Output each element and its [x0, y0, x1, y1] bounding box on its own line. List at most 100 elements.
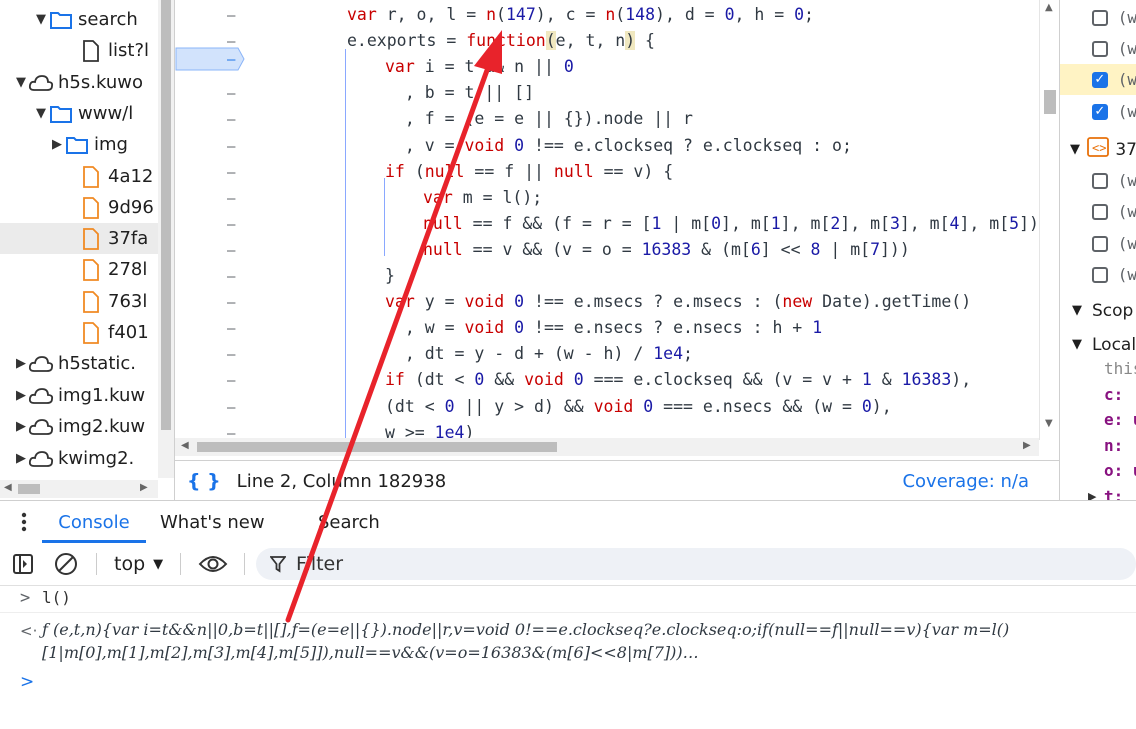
tree-item[interactable]: list?l: [0, 35, 158, 66]
breakpoint-marker[interactable]: –: [175, 47, 245, 71]
code-line[interactable]: var m = l();: [423, 188, 542, 207]
line-number-dash[interactable]: –: [227, 8, 235, 24]
tab-console[interactable]: Console: [42, 501, 146, 543]
editor-hscroll-thumb[interactable]: [197, 442, 557, 452]
code-line[interactable]: }: [385, 266, 395, 285]
pretty-print-icon[interactable]: { }: [187, 470, 221, 492]
tree-item[interactable]: ▶ img2.kuw: [0, 411, 158, 442]
breakpoint-item[interactable]: ✓ (w: [1060, 96, 1136, 127]
code-line[interactable]: null == v && (v = o = 16383 & (m[6] << 8…: [423, 240, 910, 259]
expand-arrow-icon[interactable]: ▼: [14, 75, 28, 90]
code-line[interactable]: if (null == f || null == v) {: [385, 162, 673, 181]
scroll-down-icon[interactable]: ▼: [1045, 418, 1053, 429]
breakpoint-checkbox[interactable]: ✓: [1092, 71, 1108, 88]
tree-horizontal-scrollbar[interactable]: ◀ ▶: [0, 480, 158, 498]
breakpoint-checkbox[interactable]: [1092, 172, 1108, 189]
line-number-dash[interactable]: –: [227, 112, 235, 128]
scope-variable[interactable]: c: ': [1060, 382, 1136, 406]
line-number-dash[interactable]: –: [227, 139, 235, 155]
line-number-dash[interactable]: –: [227, 373, 235, 389]
code-line[interactable]: , dt = y - d + (w - h) / 1e4;: [385, 344, 693, 363]
line-number-dash[interactable]: –: [227, 269, 235, 285]
scope-section-header[interactable]: ▼ Scop: [1060, 295, 1136, 326]
breakpoint-checkbox[interactable]: ✓: [1092, 103, 1108, 120]
breakpoint-checkbox[interactable]: [1092, 9, 1108, 26]
collapse-arrow-icon[interactable]: ▶: [14, 356, 28, 371]
code-line[interactable]: var r, o, l = n(147), c = n(148), d = 0,…: [347, 5, 814, 24]
context-selector[interactable]: top ▼: [114, 543, 163, 585]
tree-scroll-thumb[interactable]: [161, 0, 171, 430]
line-number-dash[interactable]: –: [227, 321, 235, 337]
tree-item[interactable]: ▶ img: [0, 129, 158, 160]
code-line[interactable]: if (dt < 0 && void 0 === e.clockseq && (…: [385, 370, 971, 389]
tree-item[interactable]: ▶ h5static.: [0, 348, 158, 379]
scroll-left-icon[interactable]: ◀: [4, 482, 12, 493]
line-number-dash[interactable]: –: [227, 86, 235, 102]
scope-variable[interactable]: n: ': [1060, 433, 1136, 457]
tree-item[interactable]: ▶ img1.kuw: [0, 380, 158, 411]
coverage-link[interactable]: Coverage: n/a: [902, 471, 1029, 492]
live-expression-eye-icon[interactable]: [198, 543, 228, 585]
scope-variable[interactable]: this: [1060, 356, 1136, 380]
tab-search[interactable]: Search: [318, 501, 380, 543]
line-number-dash[interactable]: –: [227, 400, 235, 416]
code-line[interactable]: , b = t || []: [385, 83, 534, 102]
code-line[interactable]: e.exports = function(e, t, n) {: [347, 31, 655, 51]
breakpoint-checkbox[interactable]: [1092, 235, 1108, 252]
clear-console-icon[interactable]: [54, 543, 78, 585]
code-line[interactable]: , f = (e = e || {}).node || r: [385, 109, 693, 128]
line-number-dash[interactable]: –: [227, 243, 235, 259]
tree-item[interactable]: 4a12: [0, 161, 158, 192]
breakpoint-file-group[interactable]: ▼ <> 37: [1060, 134, 1136, 165]
scope-variable[interactable]: ▶ t:: [1060, 484, 1136, 501]
collapse-arrow-icon[interactable]: ▶: [50, 137, 64, 152]
collapse-arrow-icon[interactable]: ▶: [14, 419, 28, 434]
scope-variable[interactable]: o: u: [1060, 458, 1136, 482]
tree-item[interactable]: ▼ www/l: [0, 98, 158, 129]
breakpoint-item[interactable]: (w: [1060, 2, 1136, 33]
expand-arrow-icon[interactable]: ▼: [1070, 142, 1081, 157]
code-line[interactable]: (dt < 0 || y > d) && void 0 === e.nsecs …: [385, 397, 892, 416]
breakpoint-item[interactable]: (w: [1060, 259, 1136, 290]
tree-item[interactable]: ▶ kwimg2.: [0, 443, 158, 474]
scroll-up-icon[interactable]: ▲: [1045, 2, 1053, 13]
code-line[interactable]: var i = t && n || 0: [385, 57, 574, 76]
code-line[interactable]: null == f && (f = r = [1 | m[0], m[1], m…: [423, 214, 1049, 233]
tree-item[interactable]: 278l: [0, 254, 158, 285]
tree-item[interactable]: f401: [0, 317, 158, 348]
tree-item[interactable]: ▼ h5s.kuwo: [0, 67, 158, 98]
tree-hscroll-thumb[interactable]: [18, 484, 40, 494]
breakpoint-item[interactable]: (w: [1060, 165, 1136, 196]
sidebar-toggle-icon[interactable]: [12, 543, 34, 585]
line-number-dash[interactable]: –: [227, 165, 235, 181]
tree-item[interactable]: 37fa: [0, 223, 158, 254]
expand-arrow-icon[interactable]: ▼: [1072, 303, 1092, 318]
tree-vertical-scrollbar[interactable]: [158, 0, 174, 478]
line-number-dash[interactable]: –: [227, 191, 235, 207]
breakpoint-checkbox[interactable]: [1092, 40, 1108, 57]
collapse-arrow-icon[interactable]: ▶: [14, 388, 28, 403]
scroll-right-icon[interactable]: ▶: [140, 482, 148, 493]
console-prompt-row[interactable]: >: [0, 672, 1136, 694]
line-number-dash[interactable]: –: [227, 295, 235, 311]
expand-arrow-icon[interactable]: ▼: [34, 106, 48, 121]
expand-arrow-icon[interactable]: ▶: [1088, 490, 1096, 501]
tab-whats-new[interactable]: What's new: [160, 501, 265, 543]
editor-horizontal-scrollbar[interactable]: ◀ ▶: [175, 438, 1039, 456]
tree-item[interactable]: 9d96: [0, 192, 158, 223]
breakpoint-item[interactable]: (w: [1060, 196, 1136, 227]
breakpoint-checkbox[interactable]: [1092, 203, 1108, 220]
scope-variable[interactable]: e: u: [1060, 407, 1136, 431]
breakpoint-item[interactable]: ✓ (w: [1060, 64, 1136, 95]
code-editor[interactable]: – – – – – – – – – – – – – – – – – var r, o, l = n(147),…: [175, 0, 1059, 460]
tree-item[interactable]: ▼ search: [0, 4, 158, 35]
scroll-left-icon[interactable]: ◀: [181, 440, 189, 451]
breakpoint-item[interactable]: (w: [1060, 228, 1136, 259]
expand-arrow-icon[interactable]: ▼: [1072, 337, 1092, 352]
line-number-dash[interactable]: –: [227, 347, 235, 363]
more-options-icon[interactable]: [14, 501, 34, 543]
expand-arrow-icon[interactable]: ▼: [34, 12, 48, 27]
line-number-dash[interactable]: –: [227, 217, 235, 233]
filter-input[interactable]: [294, 552, 898, 576]
editor-vertical-scrollbar[interactable]: ▲ ▼: [1039, 0, 1059, 440]
